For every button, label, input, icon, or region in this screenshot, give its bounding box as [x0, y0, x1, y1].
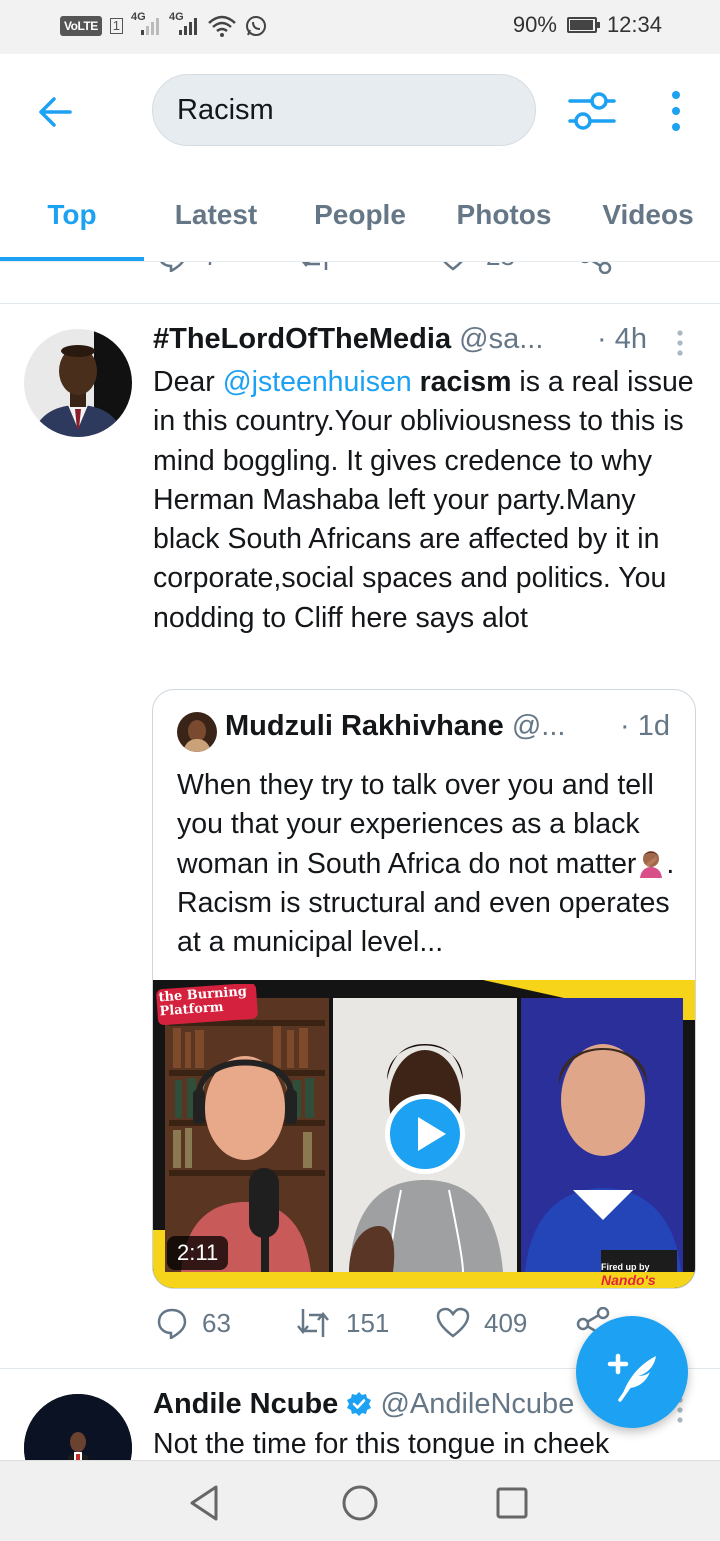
square-recents-icon	[496, 1487, 528, 1519]
tab-top[interactable]: Top	[0, 190, 144, 262]
quoted-timestamp: · 1d	[620, 710, 670, 742]
retweet-icon	[301, 262, 328, 270]
tweet-text-part: Dear	[153, 366, 223, 398]
share-icon	[581, 262, 612, 274]
share-button[interactable]	[578, 262, 612, 274]
reply-count: 63	[202, 1307, 231, 1338]
reply-count: 7	[204, 262, 218, 272]
retweet-button[interactable]	[298, 262, 334, 272]
battery-percent: 90%	[512, 12, 557, 37]
avatar-image	[24, 1394, 132, 1460]
tab-videos[interactable]: Videos	[576, 190, 720, 260]
clock: 12:34	[606, 12, 662, 37]
author-handle[interactable]: @sa...	[459, 323, 543, 355]
quoted-text: When they try to talk over you and tell …	[177, 766, 682, 962]
signal-icon: 4G	[131, 11, 161, 37]
heart-icon	[436, 1307, 470, 1338]
search-input[interactable]: Racism	[152, 74, 536, 146]
system-navigation-bar	[0, 1460, 720, 1541]
tab-latest[interactable]: Latest	[144, 190, 288, 260]
search-tabs: Top Latest People Photos Videos	[0, 190, 720, 262]
author-name[interactable]: #TheLordOfTheMedia	[153, 323, 451, 355]
quoted-avatar-image	[177, 712, 217, 752]
compose-feather-icon	[607, 1353, 656, 1402]
like-count: 409	[484, 1307, 528, 1338]
tweet-header: #TheLordOfTheMedia @sa... · 4h	[153, 323, 713, 363]
back-button[interactable]	[34, 90, 78, 134]
status-bar: VoLTE 1 4G 4G 90% 12:34	[0, 0, 720, 54]
sponsor-logo: Nando's	[601, 1272, 656, 1288]
quoted-author-handle: @...	[511, 710, 566, 742]
tweet-header: Andile Ncube @AndileNcube	[153, 1388, 574, 1421]
tweet-text: Not the time for this tongue in cheek	[153, 1428, 610, 1460]
nav-home-button[interactable]	[338, 1481, 382, 1525]
quoted-tweet[interactable]: Mudzuli Rakhivhane @... · 1d When they t…	[152, 689, 696, 1289]
sliders-icon	[568, 92, 616, 130]
compose-tweet-button[interactable]	[576, 1316, 688, 1428]
tab-photos[interactable]: Photos	[432, 190, 576, 260]
search-filter-button[interactable]	[566, 88, 618, 134]
whatsapp-icon	[245, 16, 266, 36]
retweet-count: 151	[346, 1307, 390, 1338]
signal-icon: 4G	[169, 11, 199, 37]
tweet-timestamp[interactable]: · 4h	[597, 323, 647, 356]
tweet-text: Dear @jsteenhuisen racism is a real issu…	[153, 363, 708, 638]
quoted-author-name: Mudzuli Rakhivhane	[225, 710, 504, 742]
mention-link[interactable]: @jsteenhuisen	[223, 366, 412, 398]
avatar-image	[24, 329, 132, 437]
reply-button[interactable]: 7	[156, 262, 218, 272]
avatar[interactable]	[24, 1394, 132, 1460]
author-handle[interactable]: @AndileNcube	[380, 1388, 574, 1420]
battery-icon	[566, 17, 600, 33]
nav-recents-button[interactable]	[490, 1481, 534, 1525]
quoted-header: Mudzuli Rakhivhane @... · 1d	[225, 710, 685, 743]
sponsor-label: Fired up by	[601, 1262, 650, 1272]
tweet[interactable]: #TheLordOfTheMedia @sa... · 4h Dear @jst…	[0, 305, 720, 1369]
sim-indicator: 1	[109, 18, 123, 34]
like-button[interactable]: 409	[436, 1307, 527, 1339]
play-button[interactable]	[385, 1094, 465, 1174]
quoted-avatar	[177, 712, 217, 752]
heart-icon	[443, 262, 463, 271]
reply-icon	[160, 262, 184, 272]
verified-badge-icon	[347, 1392, 372, 1416]
reply-icon	[157, 1308, 187, 1339]
arrow-left-icon	[39, 97, 72, 127]
more-vertical-icon	[672, 91, 680, 131]
reply-button[interactable]: 63	[156, 1307, 231, 1339]
avatar[interactable]	[24, 329, 132, 437]
tweet-text-part: is a real issue in this country.Your obl…	[153, 366, 694, 634]
wifi-icon	[208, 15, 236, 37]
retweet-button[interactable]: 151	[294, 1307, 389, 1339]
quoted-text-part: When they try to talk over you and tell …	[177, 769, 654, 880]
tweet-text-part	[412, 366, 420, 398]
search-header: Racism Top Latest People Photos Videos	[0, 54, 720, 262]
video-player[interactable]: the Burning Platform Fired up by Nando's…	[153, 980, 695, 1288]
previous-tweet-actions: 7 23	[0, 262, 720, 304]
more-options-button[interactable]	[662, 88, 690, 134]
author-name[interactable]: Andile Ncube	[153, 1388, 338, 1420]
tweet-menu-icon[interactable]	[673, 329, 687, 357]
like-button[interactable]: 23	[436, 262, 515, 272]
retweet-icon	[297, 1309, 329, 1337]
like-count: 23	[486, 262, 515, 272]
circle-home-icon	[342, 1485, 378, 1521]
video-duration: 2:11	[167, 1236, 229, 1270]
woman-facepalming-icon	[640, 850, 663, 878]
nav-back-button[interactable]	[184, 1481, 228, 1525]
status-left: VoLTE 1 4G 4G	[60, 11, 267, 38]
triangle-back-icon	[190, 1485, 218, 1521]
search-keyword-highlight: racism	[419, 366, 512, 398]
volte-indicator: VoLTE	[60, 16, 102, 36]
status-right: 90% 12:34	[513, 12, 662, 38]
tab-people[interactable]: People	[288, 190, 432, 260]
